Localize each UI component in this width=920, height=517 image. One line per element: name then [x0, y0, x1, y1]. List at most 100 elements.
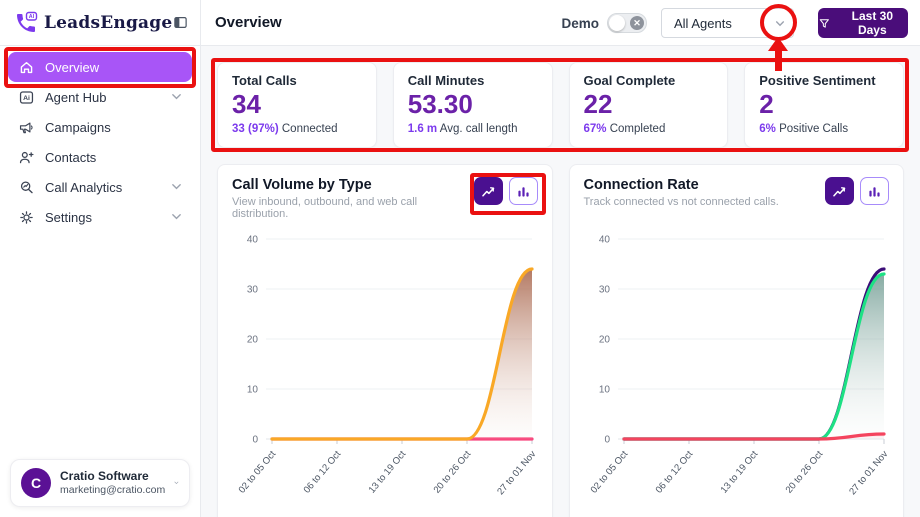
stat-suffix: Connected — [279, 123, 338, 135]
chart-titles: Connection Rate Track connected vs not c… — [584, 177, 779, 208]
chart-type-toggles — [474, 177, 538, 205]
sidebar-item-agent-hub[interactable]: Ai Agent Hub — [8, 82, 192, 112]
bar-chart-icon — [866, 183, 883, 200]
chart-subtitle: Track connected vs not connected calls. — [584, 196, 779, 208]
chart-titles: Call Volume by Type View inbound, outbou… — [232, 177, 474, 220]
page-title: Overview — [215, 14, 282, 31]
svg-text:02 to 05 Oct: 02 to 05 Oct — [237, 449, 279, 496]
svg-text:20 to 26 Oct: 20 to 26 Oct — [432, 449, 474, 496]
sidebar-item-label: Overview — [45, 60, 99, 75]
svg-text:20: 20 — [598, 335, 610, 346]
sidebar-item-label: Campaigns — [45, 120, 111, 135]
sidebar-item-label: Agent Hub — [45, 90, 106, 105]
svg-text:27 to 01 Nov: 27 to 01 Nov — [495, 449, 538, 498]
svg-text:06 to 12 Oct: 06 to 12 Oct — [653, 449, 695, 496]
sidebar-item-label: Call Analytics — [45, 180, 122, 195]
svg-text:AI: AI — [29, 14, 35, 20]
stat-highlight: 33 (97%) — [232, 123, 279, 135]
svg-text:30: 30 — [598, 285, 610, 296]
stat-highlight: 6% — [759, 123, 776, 135]
line-chart-toggle-button[interactable] — [825, 177, 854, 205]
svg-text:13 to 19 Oct: 13 to 19 Oct — [367, 449, 409, 496]
agents-select[interactable]: All Agents — [661, 8, 794, 38]
demo-toggle[interactable]: ✕ — [607, 13, 647, 33]
svg-text:06 to 12 Oct: 06 to 12 Oct — [302, 449, 344, 496]
stat-card-call-minutes: Call Minutes 53.30 1.6 m Avg. call lengt… — [393, 62, 553, 148]
stat-card-goal-complete: Goal Complete 22 67% Completed — [569, 62, 729, 148]
user-account-card[interactable]: C Cratio Software marketing@cratio.com — [10, 459, 190, 507]
annotation-arrow-up-icon — [768, 37, 788, 51]
chart-title: Connection Rate — [584, 177, 779, 193]
chart-card-connection-rate: Connection Rate Track connected vs not c… — [569, 164, 905, 517]
line-chart-icon — [480, 183, 497, 200]
agents-select-value: All Agents — [674, 16, 732, 31]
stat-card-positive-sentiment: Positive Sentiment 2 6% Positive Calls — [744, 62, 904, 148]
toggle-knob — [609, 15, 625, 31]
sidebar-item-overview[interactable]: Overview — [8, 52, 192, 82]
filter-funnel-icon — [818, 17, 831, 30]
svg-text:10: 10 — [247, 385, 259, 396]
chart-header: Connection Rate Track connected vs not c… — [584, 177, 890, 221]
stat-highlight: 67% — [584, 123, 607, 135]
sidebar-item-contacts[interactable]: Contacts — [8, 142, 192, 172]
stats-row: Total Calls 34 33 (97%) Connected Call M… — [217, 62, 904, 148]
brand-logo: AI LeadsEngage — [14, 11, 172, 35]
bar-chart-toggle-button[interactable] — [509, 177, 538, 205]
sidebar-item-label: Contacts — [45, 150, 96, 165]
logo-area: AI LeadsEngage — [0, 0, 201, 45]
sidebar-item-campaigns[interactable]: Campaigns — [8, 112, 192, 142]
svg-text:40: 40 — [247, 235, 259, 246]
phone-ai-icon: AI — [14, 11, 38, 35]
stat-suffix: Completed — [607, 123, 666, 135]
stat-title: Call Minutes — [408, 73, 538, 88]
sidebar-item-call-analytics[interactable]: Call Analytics — [8, 172, 192, 202]
bar-chart-toggle-button[interactable] — [860, 177, 889, 205]
charts-row: Call Volume by Type View inbound, outbou… — [217, 164, 904, 517]
line-chart-icon — [831, 183, 848, 200]
stat-title: Goal Complete — [584, 73, 714, 88]
person-plus-icon — [18, 149, 35, 166]
main-content: Total Calls 34 33 (97%) Connected Call M… — [201, 46, 920, 517]
sidebar-collapse-icon[interactable] — [173, 15, 188, 30]
svg-text:0: 0 — [604, 435, 610, 446]
stat-subtext: 33 (97%) Connected — [232, 123, 362, 135]
svg-text:40: 40 — [598, 235, 610, 246]
stat-subtext: 67% Completed — [584, 123, 714, 135]
annotation-arrow-stem — [775, 50, 782, 71]
avatar: C — [21, 468, 51, 498]
gear-icon — [18, 209, 35, 226]
toggle-x-icon: ✕ — [630, 16, 644, 30]
chart-header: Call Volume by Type View inbound, outbou… — [232, 177, 538, 221]
svg-text:20: 20 — [247, 335, 259, 346]
date-filter-button[interactable]: Last 30 Days — [818, 8, 908, 38]
user-info: Cratio Software marketing@cratio.com — [60, 469, 165, 497]
bar-chart-icon — [515, 183, 532, 200]
date-filter-label: Last 30 Days — [837, 9, 908, 37]
svg-text:30: 30 — [247, 285, 259, 296]
stat-subtext: 6% Positive Calls — [759, 123, 889, 135]
leadsengage-dashboard: AI LeadsEngage Overview Demo ✕ All Agent… — [0, 0, 920, 517]
chevron-down-icon — [174, 479, 179, 487]
chevron-down-icon[interactable] — [775, 20, 785, 28]
stat-value: 2 — [759, 90, 889, 120]
line-chart-toggle-button[interactable] — [474, 177, 503, 205]
stat-suffix: Positive Calls — [776, 123, 848, 135]
agent-hub-icon: Ai — [18, 89, 35, 106]
sidebar: Overview Ai Agent Hub Campaigns — [0, 46, 201, 517]
sidebar-item-label: Settings — [45, 210, 92, 225]
chart-title: Call Volume by Type — [232, 177, 474, 193]
svg-text:Ai: Ai — [23, 95, 30, 102]
svg-text:13 to 19 Oct: 13 to 19 Oct — [718, 449, 760, 496]
user-name: Cratio Software — [60, 469, 165, 484]
topbar-controls: Demo ✕ All Agents Last 30 Days — [561, 8, 908, 38]
chevron-down-icon — [171, 213, 182, 221]
chevron-down-icon — [171, 183, 182, 191]
chevron-down-icon — [171, 93, 182, 101]
connection-rate-chart: 01020304002 to 05 Oct06 to 12 Oct13 to 1… — [584, 227, 891, 517]
chart-subtitle: View inbound, outbound, and web call dis… — [232, 196, 474, 220]
user-email: marketing@cratio.com — [60, 484, 165, 497]
stat-value: 22 — [584, 90, 714, 120]
stat-subtext: 1.6 m Avg. call length — [408, 123, 538, 135]
sidebar-item-settings[interactable]: Settings — [8, 202, 192, 232]
stat-title: Positive Sentiment — [759, 73, 889, 88]
